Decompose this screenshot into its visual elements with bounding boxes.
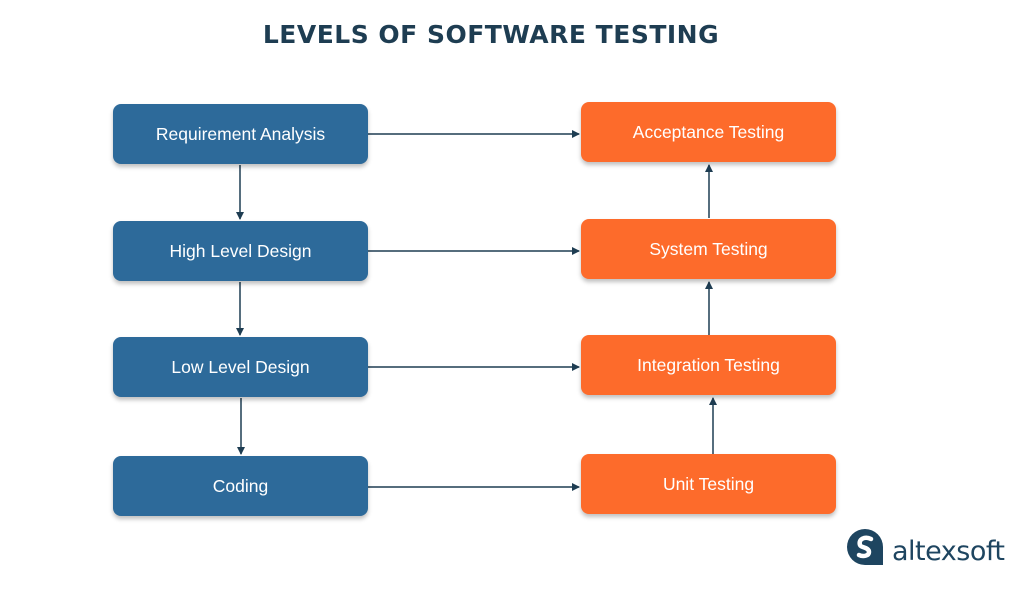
node-label: Low Level Design <box>171 356 310 377</box>
node-requirement-analysis: Requirement Analysis <box>113 104 368 164</box>
node-label: Integration Testing <box>637 354 780 375</box>
node-label: Coding <box>212 475 269 496</box>
altexsoft-logo-icon <box>847 528 883 565</box>
node-label: Requirement Analysis <box>155 123 326 144</box>
node-acceptance-testing: Acceptance Testing <box>581 102 836 162</box>
node-system-testing: System Testing <box>581 219 836 279</box>
node-label: System Testing <box>649 238 768 259</box>
node-integration-testing: Integration Testing <box>581 335 836 395</box>
logo-text: altexsoft <box>892 536 1005 567</box>
node-label: Acceptance Testing <box>632 121 785 142</box>
node-low-level-design: Low Level Design <box>113 337 368 397</box>
altexsoft-logo: altexsoft <box>845 526 1005 567</box>
node-label: Unit Testing <box>662 473 755 494</box>
node-unit-testing: Unit Testing <box>581 454 836 514</box>
node-coding: Coding <box>113 456 368 516</box>
node-high-level-design: High Level Design <box>113 221 368 281</box>
node-label: High Level Design <box>169 240 312 261</box>
